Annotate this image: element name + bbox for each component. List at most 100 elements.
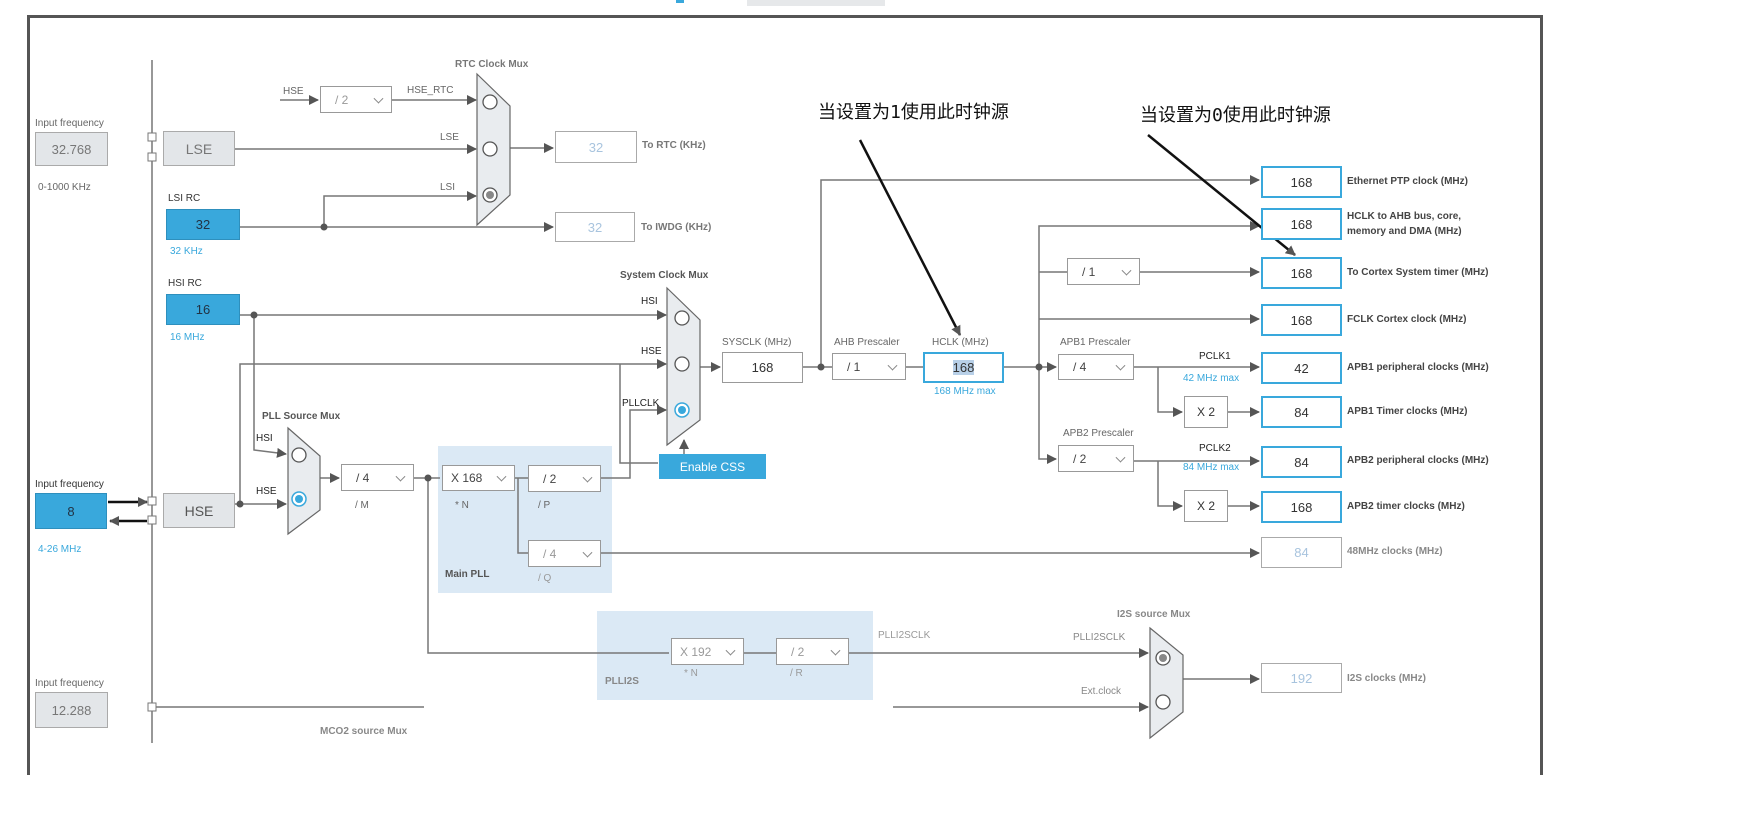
ahb-bus-label-2: memory and DMA (MHz) [1347,226,1462,237]
rtc-label: To RTC (KHz) [642,140,706,151]
pll-m-select[interactable]: / 4 [341,464,414,491]
i2s-clock-label: I2S clocks (MHz) [1347,673,1426,684]
hse-rtc-divider[interactable]: / 2 [320,86,392,113]
hse-block: HSE [163,493,235,528]
apb2-prescaler-value: / 2 [1073,451,1087,466]
ahb-prescaler-label: AHB Prescaler [834,337,900,348]
lsi-label: LSI RC [168,193,201,204]
apb1-peripheral-value[interactable]: 42 [1261,352,1342,384]
plli2s-n-label: * N [684,668,698,679]
apb2-peripheral-value[interactable]: 84 [1261,446,1342,478]
system-mux-title: System Clock Mux [620,270,709,281]
ahb-prescaler-value: / 1 [847,359,861,374]
hse-rtc-divider-value: / 2 [335,92,349,107]
iwdg-label: To IWDG (KHz) [641,222,712,233]
i2s-input-field[interactable]: 12.288 [35,692,108,728]
pclk2-max: 84 MHz max [1183,462,1240,473]
chevron-down-icon [395,471,406,482]
chevron-down-icon [830,645,841,656]
plli2s-r-select[interactable]: / 2 [776,638,849,665]
pll-m-label: / M [355,500,369,511]
chevron-down-icon [1115,452,1126,463]
plli2s-r-label: / R [790,668,803,679]
hse-rtc-label: HSE_RTC [407,85,454,96]
apb2-timer-multiplier: X 2 [1184,490,1228,522]
chevron-down-icon [582,472,593,483]
pll-p-label: / P [538,500,551,511]
sysmux-hse-label: HSE [641,346,662,357]
i2smux-plli2sclk-label: PLLI2SCLK [1073,632,1126,643]
pll-p-value: / 2 [543,471,557,486]
lse-input-field[interactable]: 32.768 [35,132,108,166]
chevron-down-icon [582,547,593,558]
plli2s-title: PLLI2S [605,676,639,687]
chevron-down-icon [496,471,507,482]
sysmux-hsi-label: HSI [641,296,658,307]
pll-q-label: / Q [538,573,552,584]
sysclk-field[interactable]: 168 [722,352,803,383]
i2smux-ext-label: Ext.clock [1081,686,1122,697]
iwdg-value: 32 [555,212,635,242]
pll-q-value: / 4 [543,546,557,561]
fclk-value[interactable]: 168 [1261,304,1342,336]
apb1-timer-label: APB1 Timer clocks (MHz) [1347,406,1468,417]
rtc-mux-title: RTC Clock Mux [455,59,529,70]
cortex-timer-value[interactable]: 168 [1261,257,1342,289]
apb1-timer-value[interactable]: 84 [1261,396,1342,428]
hse-input-field[interactable]: 8 [35,493,107,529]
eth-ptp-value[interactable]: 168 [1261,166,1342,198]
chevron-down-icon [373,93,384,104]
hclk-value: 168 [952,360,975,375]
lsi-unit: 32 KHz [170,246,203,257]
hclk-label: HCLK (MHz) [932,337,989,348]
ahb-bus-label-1: HCLK to AHB bus, core, [1347,211,1462,222]
lse-range: 0-1000 KHz [38,182,91,193]
cortex-divider-value: / 1 [1082,264,1096,279]
lsi-value: 32 [166,209,240,240]
i2s-source-mux [1149,626,1184,740]
plli2s-n-value: X 192 [680,644,712,659]
cortex-divider-select[interactable]: / 1 [1067,258,1140,285]
rtc-lse-label: LSE [440,132,459,143]
ahb-prescaler-select[interactable]: / 1 [832,353,906,380]
pclk1-label: PCLK1 [1199,351,1231,362]
enable-css-button[interactable]: Enable CSS [659,454,766,479]
apb2-timer-value[interactable]: 168 [1261,491,1342,523]
hse-range: 4-26 MHz [38,544,82,555]
chevron-down-icon [1115,360,1126,371]
pll-n-select[interactable]: X 168 [442,465,515,491]
48mhz-label: 48MHz clocks (MHz) [1347,546,1443,557]
eth-ptp-label: Ethernet PTP clock (MHz) [1347,176,1468,187]
apb1-timer-multiplier: X 2 [1184,396,1228,428]
sysmux-pllclk-label: PLLCLK [622,398,660,409]
pllmux-hsi-label: HSI [256,433,273,444]
sysclk-label: SYSCLK (MHz) [722,337,792,348]
plli2sclk-label: PLLI2SCLK [878,630,931,641]
pll-m-value: / 4 [356,470,370,485]
plli2s-r-value: / 2 [791,644,805,659]
plli2s-n-select[interactable]: X 192 [671,638,744,665]
apb1-prescaler-label: APB1 Prescaler [1060,337,1131,348]
pll-p-select[interactable]: / 2 [528,465,601,492]
pll-q-select[interactable]: / 4 [528,540,601,567]
lse-input-label: Input frequency [35,118,104,129]
mco2-mux-title: MCO2 source Mux [320,726,408,737]
apb1-prescaler-select[interactable]: / 4 [1058,354,1134,380]
48mhz-value: 84 [1261,537,1342,568]
cortex-timer-label: To Cortex System timer (MHz) [1347,267,1489,278]
rtc-lsi-label: LSI [440,182,456,193]
hclk-max: 168 MHz max [934,386,996,397]
pclk1-max: 42 MHz max [1183,373,1240,384]
lse-block: LSE [163,131,235,166]
i2s-clock-value: 192 [1261,663,1342,693]
apb1-prescaler-value: / 4 [1073,360,1087,374]
apb2-prescaler-select[interactable]: / 2 [1058,445,1134,472]
ahb-bus-value[interactable]: 168 [1261,208,1342,240]
hclk-field[interactable]: 168 [923,352,1004,383]
i2s-input-label: Input frequency [35,678,104,689]
apb2-timer-label: APB2 timer clocks (MHz) [1347,501,1465,512]
apb1-peripheral-label: APB1 peripheral clocks (MHz) [1347,362,1489,373]
hsi-unit: 16 MHz [170,332,205,343]
pll-source-mux [287,426,321,536]
pll-mux-title: PLL Source Mux [262,411,341,422]
